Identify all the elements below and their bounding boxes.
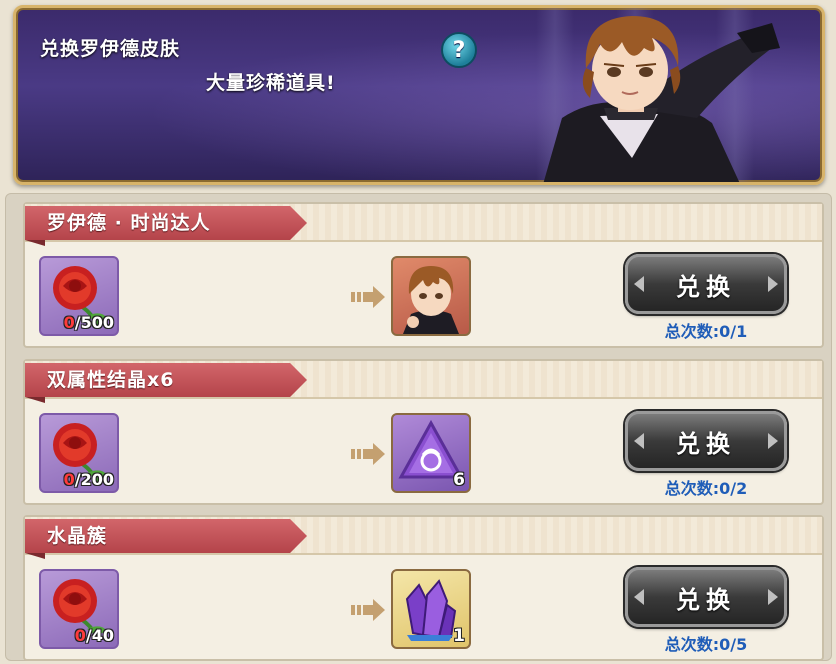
cost-quantity: 0/40 [74, 626, 114, 645]
banner-title: 兑换罗伊德皮肤 [40, 38, 181, 60]
total-count: 总次数:0/5 [664, 635, 748, 654]
cost-quantity: 0/200 [63, 470, 114, 489]
cost-quantity: 0/500 [63, 313, 114, 332]
lloyd-character-art [543, 16, 780, 182]
row-header: 水晶簇 [25, 517, 822, 555]
crystal-cluster-icon[interactable]: 1 [391, 569, 471, 649]
exchange-row: 双属性结晶x6 0/200 6 兑换 总次数:0/2 [23, 359, 824, 505]
reward-count: 6 [453, 470, 465, 490]
exchange-button[interactable]: 兑换 [625, 567, 787, 627]
ribbon-fold [25, 240, 45, 246]
arrow-right-icon [351, 599, 385, 621]
rose-icon[interactable]: 0/200 [39, 413, 119, 493]
exchange-row: 水晶簇 0/40 1 兑换 总次数:0/5 [23, 515, 824, 661]
item-name: 罗伊德 · 时尚达人 [25, 206, 307, 240]
total-count: 总次数:0/1 [664, 322, 748, 341]
banner-corner-ornament [803, 163, 822, 182]
help-button[interactable]: ? [441, 32, 477, 68]
row-header: 罗伊德 · 时尚达人 [25, 204, 822, 242]
event-banner: 兑换罗伊德皮肤 大量珍稀道具! ? [13, 5, 825, 185]
lloyd-portrait-icon[interactable] [391, 256, 471, 336]
help-icon: ? [452, 37, 466, 63]
dual-crystal-icon[interactable]: 6 [391, 413, 471, 493]
exchange-list[interactable]: 罗伊德 · 时尚达人 0/500 兑换 总次数:0/1 双属性结晶x6 0/20… [5, 193, 832, 661]
arrow-right-icon [351, 443, 385, 465]
item-name: 水晶簇 [25, 519, 307, 553]
rose-icon[interactable]: 0/40 [39, 569, 119, 649]
banner-corner-ornament [16, 163, 35, 182]
exchange-button[interactable]: 兑换 [625, 254, 787, 314]
item-name: 双属性结晶x6 [25, 363, 307, 397]
total-count: 总次数:0/2 [664, 479, 748, 498]
arrow-right-icon [351, 286, 385, 308]
rose-icon[interactable]: 0/500 [39, 256, 119, 336]
exchange-row: 罗伊德 · 时尚达人 0/500 兑换 总次数:0/1 [23, 202, 824, 348]
exchange-button[interactable]: 兑换 [625, 411, 787, 471]
ribbon-fold [25, 397, 45, 403]
banner-subtitle: 大量珍稀道具! [206, 72, 336, 94]
banner-corner-ornament [803, 8, 822, 27]
row-header: 双属性结晶x6 [25, 361, 822, 399]
lloyd-portrait-graphic [403, 266, 459, 334]
reward-count: 1 [453, 626, 465, 646]
banner-corner-ornament [16, 8, 35, 27]
